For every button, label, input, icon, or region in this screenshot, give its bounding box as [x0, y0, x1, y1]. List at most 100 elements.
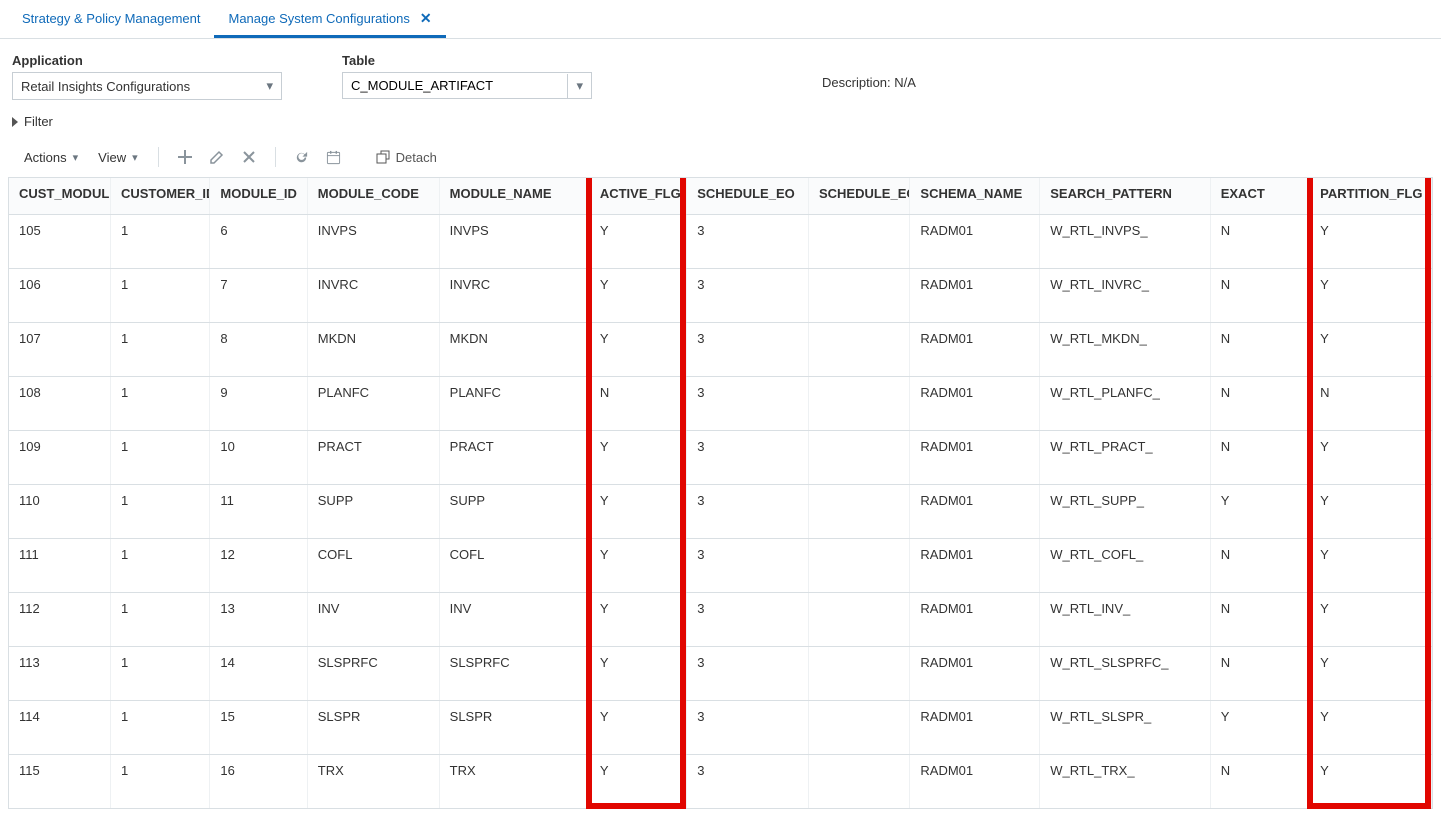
cell-schema_name: RADM01 — [910, 322, 1040, 376]
cell-module_id: 15 — [210, 700, 307, 754]
filter-disclosure[interactable]: Filter — [0, 106, 1441, 135]
cell-module_name: SUPP — [439, 484, 589, 538]
cell-search_pattern: W_RTL_SUPP_ — [1040, 484, 1210, 538]
table-row[interactable]: 113114SLSPRFCSLSPRFCY3RADM01W_RTL_SLSPRF… — [9, 646, 1432, 700]
view-label: View — [98, 150, 126, 165]
cell-cust_modul: 108 — [9, 376, 110, 430]
delete-row-button[interactable] — [237, 145, 261, 169]
table-row[interactable]: 115116TRXTRXY3RADM01W_RTL_TRX_NY — [9, 754, 1432, 808]
table-combobox[interactable]: ▾ — [342, 72, 592, 99]
cell-schema_name: RADM01 — [910, 268, 1040, 322]
view-menu[interactable]: View ▾ — [92, 146, 143, 169]
cell-module_code: INV — [307, 592, 439, 646]
cell-search_pattern: W_RTL_SLSPRFC_ — [1040, 646, 1210, 700]
close-icon[interactable]: ✕ — [420, 10, 432, 27]
column-header-active_flg[interactable]: ACTIVE_FLG — [589, 178, 686, 214]
table-row[interactable]: 114115SLSPRSLSPRY3RADM01W_RTL_SLSPR_YY — [9, 700, 1432, 754]
cell-schedule_eo1: 3 — [687, 592, 809, 646]
table-row[interactable]: 109110PRACTPRACTY3RADM01W_RTL_PRACT_NY — [9, 430, 1432, 484]
cell-active_flg: Y — [589, 700, 686, 754]
cell-customer_id: 1 — [110, 484, 209, 538]
tab-bar: Strategy & Policy Management Manage Syste… — [0, 0, 1441, 39]
table-row[interactable]: 10819PLANFCPLANFCN3RADM01W_RTL_PLANFC_NN — [9, 376, 1432, 430]
calendar-button[interactable] — [322, 145, 346, 169]
table-row[interactable]: 112113INVINVY3RADM01W_RTL_INV_NY — [9, 592, 1432, 646]
add-row-button[interactable] — [173, 145, 197, 169]
cell-cust_modul: 109 — [9, 430, 110, 484]
column-header-schedule_eo2[interactable]: SCHEDULE_EO — [808, 178, 909, 214]
tab-strategy-policy-management[interactable]: Strategy & Policy Management — [8, 0, 214, 38]
cell-active_flg: Y — [589, 538, 686, 592]
column-header-cust_modul[interactable]: CUST_MODUL — [9, 178, 110, 214]
application-value: Retail Insights Configurations — [21, 79, 190, 94]
cell-partition_flg: Y — [1310, 592, 1432, 646]
cell-module_id: 6 — [210, 214, 307, 268]
cell-exact: N — [1210, 430, 1309, 484]
application-select[interactable]: Retail Insights Configurations ▾ — [12, 72, 282, 100]
cell-active_flg: Y — [589, 646, 686, 700]
edit-row-button[interactable] — [205, 145, 229, 169]
table-input[interactable] — [343, 73, 567, 98]
cell-search_pattern: W_RTL_PRACT_ — [1040, 430, 1210, 484]
data-table: CUST_MODULCUSTOMER_IDMODULE_IDMODULE_COD… — [9, 178, 1432, 809]
column-header-exact[interactable]: EXACT — [1210, 178, 1309, 214]
column-header-search_pattern[interactable]: SEARCH_PATTERN — [1040, 178, 1210, 214]
cell-module_name: PLANFC — [439, 376, 589, 430]
cell-cust_modul: 106 — [9, 268, 110, 322]
cell-schema_name: RADM01 — [910, 538, 1040, 592]
chevron-down-icon: ▾ — [132, 151, 138, 164]
table-row[interactable]: 110111SUPPSUPPY3RADM01W_RTL_SUPP_YY — [9, 484, 1432, 538]
cell-schema_name: RADM01 — [910, 214, 1040, 268]
cell-module_name: INV — [439, 592, 589, 646]
cell-customer_id: 1 — [110, 538, 209, 592]
cell-schedule_eo2 — [808, 268, 909, 322]
column-header-module_name[interactable]: MODULE_NAME — [439, 178, 589, 214]
tab-manage-system-configurations[interactable]: Manage System Configurations ✕ — [214, 0, 445, 38]
cell-module_name: SLSPR — [439, 700, 589, 754]
column-header-module_id[interactable]: MODULE_ID — [210, 178, 307, 214]
column-header-module_code[interactable]: MODULE_CODE — [307, 178, 439, 214]
tab-label: Strategy & Policy Management — [22, 11, 200, 26]
cell-active_flg: Y — [589, 430, 686, 484]
cell-cust_modul: 115 — [9, 754, 110, 808]
cell-module_id: 11 — [210, 484, 307, 538]
cell-module_id: 10 — [210, 430, 307, 484]
detach-button[interactable]: Detach — [376, 150, 437, 165]
column-header-schedule_eo1[interactable]: SCHEDULE_EO — [687, 178, 809, 214]
cell-cust_modul: 107 — [9, 322, 110, 376]
cell-module_id: 9 — [210, 376, 307, 430]
cell-schedule_eo1: 3 — [687, 322, 809, 376]
cell-schedule_eo2 — [808, 214, 909, 268]
actions-menu[interactable]: Actions ▾ — [18, 146, 84, 169]
cell-schedule_eo1: 3 — [687, 484, 809, 538]
cell-schedule_eo2 — [808, 754, 909, 808]
cell-schema_name: RADM01 — [910, 700, 1040, 754]
cell-module_id: 8 — [210, 322, 307, 376]
column-header-partition_flg[interactable]: PARTITION_FLG — [1310, 178, 1432, 214]
tab-label: Manage System Configurations — [228, 11, 409, 26]
column-header-customer_id[interactable]: CUSTOMER_ID — [110, 178, 209, 214]
cell-schedule_eo1: 3 — [687, 538, 809, 592]
cell-module_code: TRX — [307, 754, 439, 808]
chevron-down-icon[interactable]: ▾ — [567, 74, 591, 98]
table-row[interactable]: 10617INVRCINVRCY3RADM01W_RTL_INVRC_NY — [9, 268, 1432, 322]
cell-customer_id: 1 — [110, 646, 209, 700]
cell-partition_flg: Y — [1310, 754, 1432, 808]
cell-schedule_eo2 — [808, 700, 909, 754]
cell-partition_flg: Y — [1310, 700, 1432, 754]
refresh-button[interactable] — [290, 145, 314, 169]
cell-module_code: PLANFC — [307, 376, 439, 430]
cell-partition_flg: Y — [1310, 484, 1432, 538]
cell-module_code: MKDN — [307, 322, 439, 376]
cell-schema_name: RADM01 — [910, 430, 1040, 484]
cell-module_code: INVRC — [307, 268, 439, 322]
cell-module_id: 12 — [210, 538, 307, 592]
chevron-down-icon: ▾ — [73, 151, 79, 164]
cell-search_pattern: W_RTL_SLSPR_ — [1040, 700, 1210, 754]
column-header-schema_name[interactable]: SCHEMA_NAME — [910, 178, 1040, 214]
table-row[interactable]: 111112COFLCOFLY3RADM01W_RTL_COFL_NY — [9, 538, 1432, 592]
table-row[interactable]: 10718MKDNMKDNY3RADM01W_RTL_MKDN_NY — [9, 322, 1432, 376]
table-row[interactable]: 10516INVPSINVPSY3RADM01W_RTL_INVPS_NY — [9, 214, 1432, 268]
actions-label: Actions — [24, 150, 67, 165]
cell-schedule_eo2 — [808, 592, 909, 646]
